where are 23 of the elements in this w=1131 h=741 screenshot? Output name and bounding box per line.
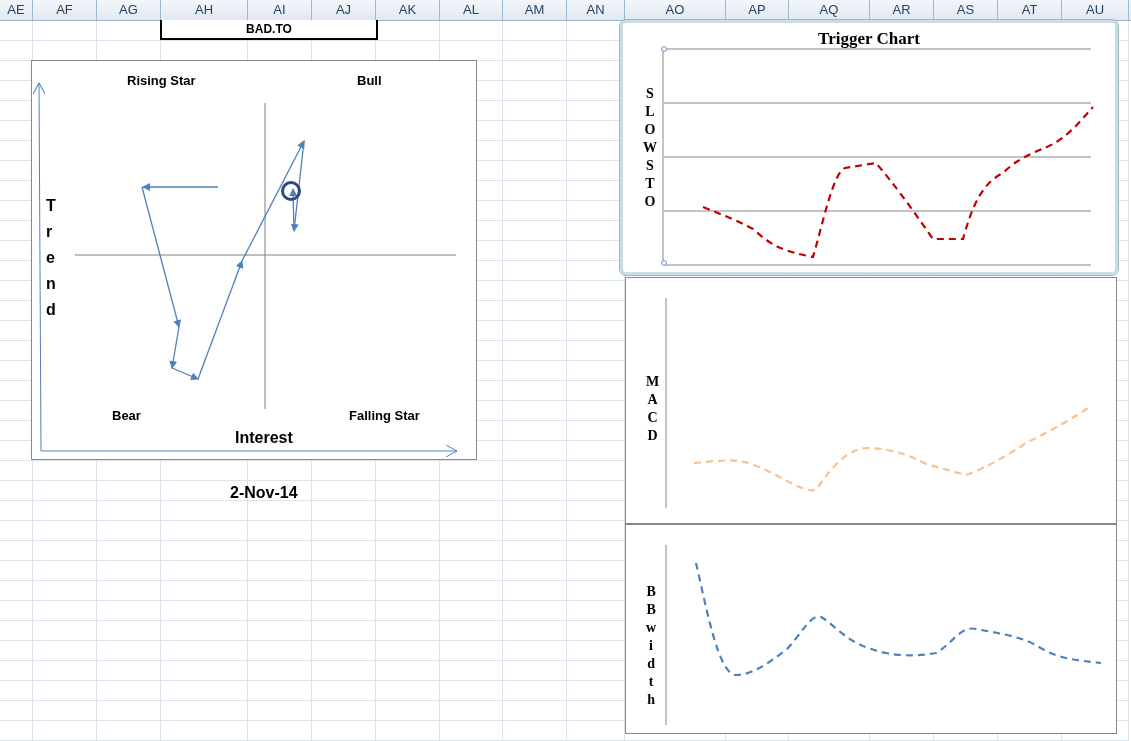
ticker-cell: BAD.TO [160,20,378,40]
axis-label: BBwidth [646,583,657,709]
column-header[interactable]: AE [0,0,33,20]
quadrant-label: Bull [357,73,382,88]
quadrant-label: Falling Star [349,408,420,423]
chart-panel[interactable]: MACD [625,277,1117,524]
selection-handle[interactable] [661,46,667,52]
date-cell: 2-Nov-14 [230,484,298,502]
axis-label: SLOW STO [643,85,657,211]
chart-title: Trigger Chart [817,29,921,49]
column-header[interactable]: AM [503,0,567,20]
y-axis-label: Trend [46,196,56,320]
column-header[interactable]: AF [33,0,97,20]
quadrant-label: Rising Star [127,73,196,88]
chart-panel[interactable]: Trigger Chart SLOW STO [620,20,1118,275]
column-header[interactable]: AG [97,0,161,20]
axis-label: MACD [646,373,660,445]
column-header[interactable]: AN [567,0,625,20]
chart-panel[interactable]: BBwidth [625,524,1117,734]
x-axis-label: Interest [235,429,293,447]
selection-handle[interactable] [661,260,667,266]
column-header[interactable]: AL [440,0,503,20]
quadrant-label: Bear [112,408,141,423]
